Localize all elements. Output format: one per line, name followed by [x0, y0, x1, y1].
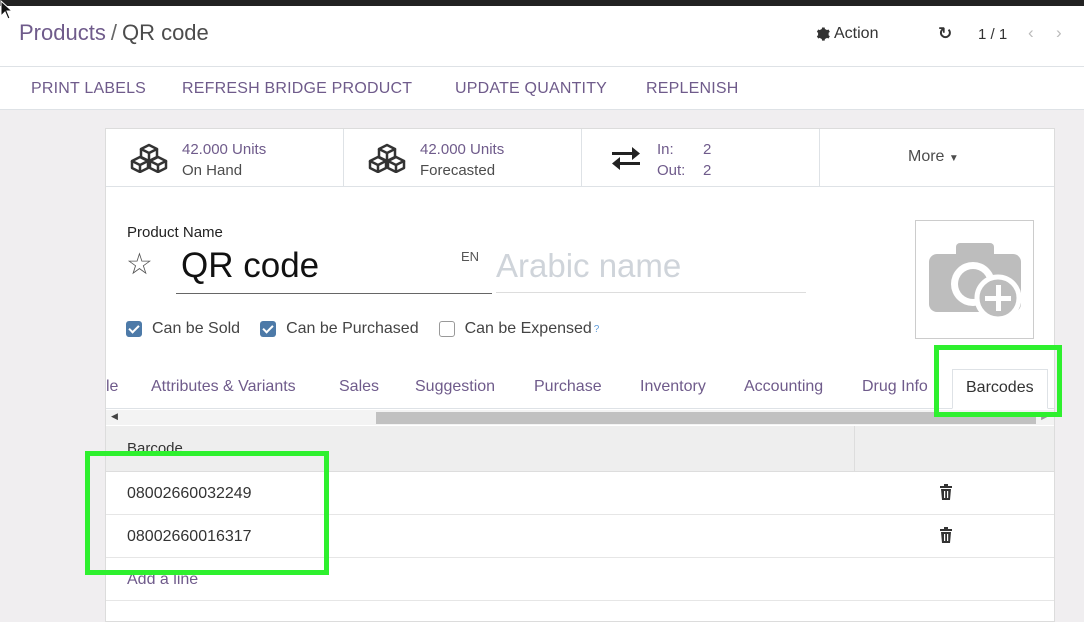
update-quantity-button[interactable]: UPDATE QUANTITY: [455, 80, 607, 98]
can-be-sold-label: Can be Sold: [152, 320, 241, 337]
product-type-checkboxes: Can be Sold Can be Purchased Can be Expe…: [126, 320, 619, 338]
language-toggle[interactable]: EN: [461, 249, 479, 264]
checkbox-unchecked[interactable]: [438, 321, 455, 337]
out-label: Out:: [657, 162, 686, 179]
can-be-expensed-checkbox[interactable]: Can be Expensed?: [438, 320, 600, 338]
tab-purchase[interactable]: Purchase: [534, 378, 602, 396]
highlight-barcode-rows: [85, 451, 329, 575]
horizontal-scrollbar[interactable]: ◀ ▶: [106, 410, 1054, 425]
camera-plus-icon: [929, 243, 1022, 322]
tab-sales[interactable]: Sales: [339, 378, 379, 396]
pager-value[interactable]: 1 / 1: [978, 26, 1007, 43]
replenish-button[interactable]: REPLENISH: [646, 80, 739, 98]
star-icon[interactable]: ☆: [126, 247, 153, 282]
breadcrumb-current: QR code: [121, 20, 209, 45]
forecasted-text: 42.000 Units Forecasted: [420, 139, 504, 181]
notebook-tabs: le Attributes & Variants Sales Suggestio…: [106, 363, 1054, 409]
in-label: In:: [657, 141, 674, 158]
product-name-label: Product Name: [127, 224, 223, 241]
product-name-input[interactable]: QR code: [176, 241, 492, 294]
in-out-moves-button[interactable]: In: 2 Out: 2: [582, 129, 820, 187]
trash-icon[interactable]: [939, 527, 953, 543]
chevron-left-icon[interactable]: ‹: [1028, 23, 1034, 43]
forecasted-button[interactable]: 42.000 Units Forecasted: [344, 129, 582, 187]
tab-drug-info[interactable]: Drug Info: [862, 378, 928, 396]
can-be-sold-checkbox[interactable]: Can be Sold: [126, 320, 240, 338]
tab-attributes-variants[interactable]: Attributes & Variants: [151, 378, 296, 396]
on-hand-value: 42.000 Units: [182, 141, 267, 158]
can-be-purchased-checkbox[interactable]: Can be Purchased: [260, 320, 419, 338]
forecasted-label: Forecasted: [420, 162, 496, 179]
more-dropdown-button[interactable]: More ▼: [820, 129, 1054, 187]
on-hand-label: On Hand: [182, 162, 243, 179]
tab-inventory[interactable]: Inventory: [640, 378, 706, 396]
refresh-bridge-product-button[interactable]: REFRESH BRIDGE PRODUCT: [182, 80, 412, 98]
gear-icon: [816, 27, 830, 41]
more-label-wrap: More ▼: [908, 148, 959, 166]
on-hand-button[interactable]: 42.000 Units On Hand: [106, 129, 344, 187]
refresh-icon[interactable]: ↻: [938, 24, 952, 44]
cubes-icon: [368, 143, 406, 173]
print-labels-button[interactable]: PRINT LABELS: [31, 80, 146, 98]
can-be-expensed-label: Can be Expensed: [464, 320, 592, 337]
mouse-cursor-icon: [0, 0, 14, 20]
tab-partial[interactable]: le: [106, 378, 118, 396]
help-tooltip-icon[interactable]: ?: [594, 324, 600, 335]
scroll-left-arrow-icon[interactable]: ◀: [111, 411, 118, 422]
caret-down-icon: ▼: [948, 153, 959, 164]
can-be-purchased-label: Can be Purchased: [286, 320, 419, 337]
in-out-text: In: 2 Out: 2: [657, 139, 711, 181]
column-divider: [854, 426, 855, 472]
trash-icon[interactable]: [939, 484, 953, 500]
in-value: 2: [703, 141, 712, 158]
exchange-icon: [612, 147, 640, 170]
highlight-barcodes-tab: [934, 345, 1062, 417]
header-button-bar: PRINT LABELS REFRESH BRIDGE PRODUCT UPDA…: [0, 66, 1084, 110]
more-label: More: [908, 148, 945, 165]
checkbox-checked[interactable]: [126, 321, 142, 337]
cubes-icon: [130, 143, 168, 173]
chevron-right-icon[interactable]: ›: [1056, 23, 1062, 43]
smart-button-box: 42.000 Units On Hand 42.000 Units Foreca…: [106, 129, 1054, 187]
product-image-upload[interactable]: [915, 220, 1034, 339]
checkbox-checked[interactable]: [260, 321, 277, 337]
tab-suggestion[interactable]: Suggestion: [415, 378, 495, 396]
forecasted-value: 42.000 Units: [420, 141, 505, 158]
action-label: Action: [834, 25, 879, 42]
action-button[interactable]: Action: [816, 25, 878, 43]
control-panel: Products / QR code Action ↻ 1 / 1 ‹ › PRIN…: [0, 6, 1084, 110]
arabic-name-input[interactable]: Arabic name: [496, 247, 806, 293]
breadcrumb-separator: /: [110, 20, 117, 45]
breadcrumb: Products / QR code: [19, 20, 209, 46]
on-hand-text: 42.000 Units On Hand: [182, 139, 266, 181]
tab-accounting[interactable]: Accounting: [744, 378, 823, 396]
out-value: 2: [703, 162, 712, 179]
breadcrumb-products-link[interactable]: Products: [19, 20, 106, 45]
